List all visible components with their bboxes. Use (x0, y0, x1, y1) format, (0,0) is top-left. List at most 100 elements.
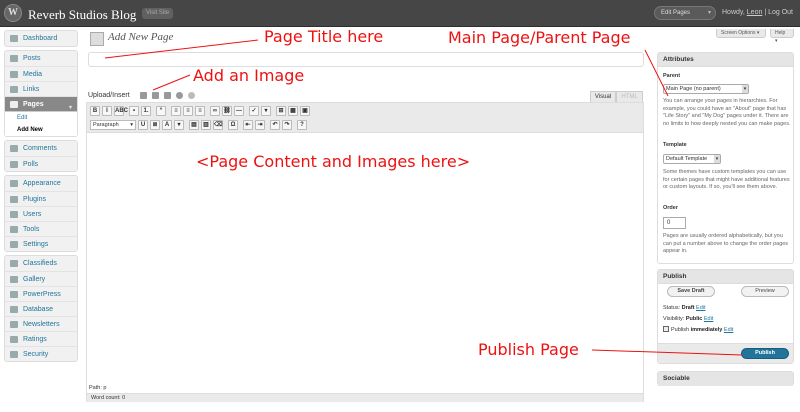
sidebar-item-settings[interactable]: Settings (5, 236, 77, 251)
toolbar-button[interactable]: ⌫ (213, 120, 223, 130)
toolbar-button[interactable]: ▥ (201, 120, 211, 130)
sidebar-item-label: Database (23, 306, 53, 313)
sidebar-item-security[interactable]: Security (5, 346, 77, 361)
sidebar-item-posts[interactable]: Posts (5, 51, 77, 66)
publish-heading[interactable]: Publish (658, 270, 793, 284)
posts-icon (10, 55, 18, 62)
sidebar-item-label: Ratings (23, 336, 47, 343)
sidebar-item-media[interactable]: Media (5, 66, 77, 81)
toolbar-button[interactable]: 1. (141, 106, 151, 116)
toolbar-button[interactable]: — (234, 106, 244, 116)
attributes-heading[interactable]: Attributes (658, 53, 793, 67)
toolbar-button[interactable]: ≡ (171, 106, 181, 116)
sidebar-item-polls[interactable]: Polls (5, 156, 77, 171)
toolbar-button[interactable]: ? (297, 120, 307, 130)
sidebar-item-links[interactable]: Links (5, 81, 77, 96)
toolbar-button[interactable]: ▦ (288, 106, 298, 116)
edit-timestamp-link[interactable]: Edit (724, 327, 733, 333)
sociable-heading[interactable]: Sociable (658, 372, 793, 386)
toolbar-button[interactable]: ✓ (249, 106, 259, 116)
classifieds-icon (10, 260, 18, 267)
favorite-actions-dropdown[interactable]: Edit Pages ▾ (654, 6, 716, 20)
toolbar-button[interactable]: ⛓ (222, 106, 232, 116)
add-media-icon[interactable] (176, 92, 183, 99)
sidebar-item-tools[interactable]: Tools (5, 221, 77, 236)
toolbar-button[interactable]: ▾ (174, 120, 184, 130)
help-button[interactable]: Help ▾ (770, 29, 794, 44)
toolbar-button[interactable]: U (138, 120, 148, 130)
database-icon (10, 306, 18, 313)
sidebar-item-pages[interactable]: Pages ▾ (5, 96, 77, 111)
sidebar-item-comments[interactable]: Comments (5, 141, 77, 156)
toolbar-button[interactable]: ↷ (282, 120, 292, 130)
sidebar-item-database[interactable]: Database (5, 301, 77, 316)
chevron-down-icon: ▾ (707, 10, 711, 16)
submenu-item-add-new[interactable]: Add New (5, 124, 77, 136)
logout-link[interactable]: Log Out (768, 9, 793, 16)
title-input[interactable] (88, 52, 644, 67)
visibility-row: Visibility: Public Edit (663, 316, 713, 322)
sidebar-item-label: Posts (23, 55, 41, 62)
sidebar-item-appearance[interactable]: Appearance (5, 176, 77, 191)
toolbar-button[interactable]: A (162, 120, 172, 130)
toolbar-button[interactable]: ≣ (150, 120, 160, 130)
preview-button[interactable]: Preview (741, 286, 789, 297)
sidebar-item-dashboard[interactable]: Dashboard (5, 31, 77, 46)
toolbar-button[interactable]: ↶ (270, 120, 280, 130)
sidebar-item-newsletters[interactable]: Newsletters (5, 316, 77, 331)
sidebar-item-gallery[interactable]: Gallery (5, 271, 77, 286)
sidebar-item-powerpress[interactable]: PowerPress (5, 286, 77, 301)
toolbar-button[interactable]: ▣ (300, 106, 310, 116)
save-draft-button[interactable]: Save Draft (667, 286, 715, 297)
word-count: Word count: 0 (87, 393, 643, 402)
sidebar-item-users[interactable]: Users (5, 206, 77, 221)
toolbar-button[interactable]: ⊞ (276, 106, 286, 116)
toolbar-button[interactable]: ≡ (183, 106, 193, 116)
visibility-label: Visibility: (663, 316, 685, 322)
order-input[interactable]: 0 (663, 217, 686, 229)
toolbar-button[interactable]: B (90, 106, 100, 116)
template-select[interactable]: Default Template ▾ (663, 154, 721, 164)
format-select[interactable]: Paragraph ▾ (90, 120, 136, 130)
toolbar-button[interactable]: Ω (228, 120, 238, 130)
publish-button[interactable]: Publish (741, 348, 789, 359)
wordpress-admin: W Reverb Studios Blog Visit Site Edit Pa… (0, 0, 800, 412)
menu-group: Posts Media Links Pages ▾ Edit Add New (4, 50, 78, 137)
edit-status-link[interactable]: Edit (696, 305, 705, 311)
chevron-down-icon: ▾ (714, 155, 720, 163)
toolbar-button[interactable]: ▾ (261, 106, 271, 116)
submenu-item-edit[interactable]: Edit (5, 112, 77, 124)
toolbar-button[interactable]: ≡ (195, 106, 205, 116)
tab-visual[interactable]: Visual (590, 91, 616, 102)
user-link[interactable]: Leon (747, 9, 763, 16)
add-poll-icon[interactable] (188, 92, 195, 99)
site-title[interactable]: Reverb Studios Blog (28, 7, 136, 23)
publish-time-row: Publish immediately Edit (671, 327, 733, 333)
toolbar-button[interactable]: ⇥ (255, 120, 265, 130)
add-video-icon[interactable] (152, 92, 159, 99)
add-image-icon[interactable] (140, 92, 147, 99)
toolbar-button[interactable]: ▤ (189, 120, 199, 130)
toolbar-button[interactable]: • (129, 106, 139, 116)
chevron-down-icon[interactable]: ▾ (69, 101, 72, 116)
sidebar-item-ratings[interactable]: Ratings (5, 331, 77, 346)
toolbar-button[interactable]: I (102, 106, 112, 116)
annotation-add-image: Add an Image (193, 66, 305, 85)
sidebar-item-label: Gallery (23, 276, 46, 283)
screen-options-button[interactable]: Screen Options ▾ (716, 29, 766, 38)
annotation-page-content: <Page Content and Images here> (196, 152, 471, 171)
edit-visibility-link[interactable]: Edit (704, 316, 713, 322)
visit-site-button[interactable]: Visit Site (142, 8, 174, 19)
users-icon (10, 211, 18, 218)
toolbar-button[interactable]: “ (156, 106, 166, 116)
tab-html[interactable]: HTML (616, 91, 643, 102)
sidebar-item-label: Comments (23, 145, 57, 152)
toolbar-button[interactable]: ∞ (210, 106, 220, 116)
sidebar-item-classifieds[interactable]: Classifieds (5, 256, 77, 271)
toolbar-button[interactable]: ABC (114, 106, 128, 116)
add-audio-icon[interactable] (164, 92, 171, 99)
parent-select[interactable]: Main Page (no parent) ▾ (663, 84, 749, 94)
toolbar-button[interactable]: ⇤ (243, 120, 253, 130)
sidebar-item-plugins[interactable]: Plugins (5, 191, 77, 206)
howdy-label: Howdy, (722, 9, 745, 16)
